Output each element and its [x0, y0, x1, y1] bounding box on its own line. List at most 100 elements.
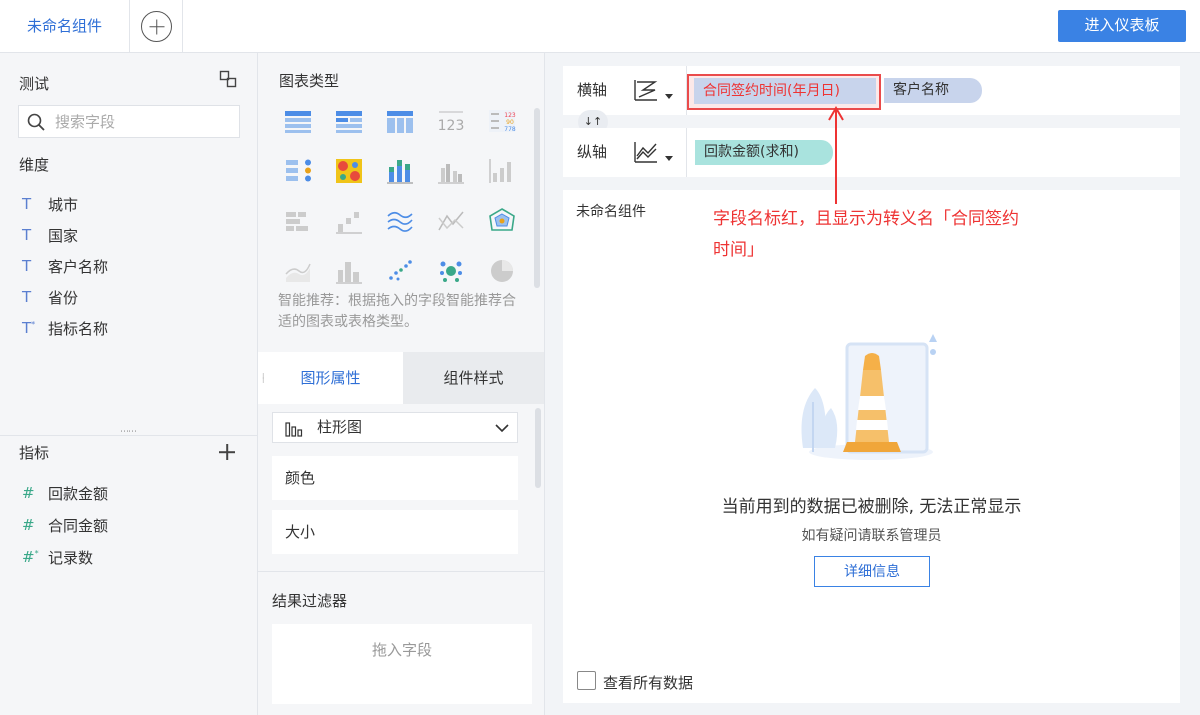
chart-style-select[interactable]: 柱形图	[272, 412, 518, 443]
tab-unnamed-widget[interactable]: 未命名组件	[0, 0, 130, 53]
property-scrollbar[interactable]	[535, 408, 541, 488]
caret-down-icon[interactable]	[665, 156, 673, 161]
text-type-calc-icon: T*	[22, 319, 36, 337]
field-label: 国家	[48, 226, 79, 245]
dimension-field[interactable]: T 客户名称	[22, 254, 108, 278]
y-axis-row: 纵轴	[563, 128, 1180, 177]
switch-dataset-icon[interactable]	[219, 70, 237, 88]
column-compare-icon[interactable]	[335, 258, 363, 284]
tab-widget-style[interactable]: 组件样式	[403, 352, 544, 404]
stacked-bar-icon[interactable]	[386, 158, 414, 184]
cross-table-icon[interactable]	[386, 108, 414, 134]
add-metric-icon[interactable]	[218, 443, 236, 461]
detail-info-button[interactable]: 详细信息	[814, 556, 930, 587]
kpi-table-icon[interactable]: 12390778	[488, 108, 516, 134]
search-input[interactable]	[55, 106, 235, 137]
text-type-icon: T	[22, 257, 32, 275]
field-label: 记录数	[48, 548, 94, 567]
dimension-title: 维度	[19, 156, 50, 174]
top-bar: 未命名组件 进入仪表板	[0, 0, 1200, 53]
svg-text:90: 90	[506, 119, 514, 126]
grouped-bar-icon[interactable]	[437, 158, 465, 184]
widget-canvas: 未命名组件 字段名标红，且显示为转义名「合同签约时间」 当前用到的数据已被删除,…	[563, 190, 1180, 703]
waterfall-icon[interactable]	[335, 208, 363, 234]
size-property[interactable]: 大小	[272, 510, 518, 554]
scatter-chart-icon[interactable]	[386, 258, 414, 284]
error-message: 当前用到的数据已被删除, 无法正常显示	[721, 497, 1022, 517]
section-divider	[258, 571, 544, 572]
search-icon	[27, 113, 45, 131]
radar-line-icon[interactable]	[437, 208, 465, 234]
metric-title: 指标	[19, 444, 50, 462]
group-table-icon[interactable]	[335, 108, 363, 134]
result-filter-title: 结果过滤器	[272, 592, 348, 610]
y-axis-label: 纵轴	[577, 143, 608, 161]
kpi-number-icon[interactable]: 123	[437, 108, 465, 134]
view-all-data-checkbox[interactable]	[577, 671, 596, 690]
drag-handle-icon[interactable]: ⁝ ⁝	[262, 373, 266, 385]
x-axis-label: 横轴	[577, 81, 608, 99]
field-label: 指标名称	[48, 319, 109, 338]
x-field-pill-customer[interactable]: 客户名称	[884, 78, 982, 103]
x-field-pill-contract-date[interactable]: 合同签约时间(年月日)	[694, 78, 876, 104]
smart-recommend-hint: 智能推荐：根据拖入的字段智能推荐合适的图表或表格类型。	[278, 293, 516, 330]
empty-state-illustration	[801, 334, 937, 460]
dataset-title: 测试	[19, 75, 50, 93]
field-label: 城市	[48, 195, 79, 214]
field-label: 省份	[48, 288, 79, 307]
detail-list-icon[interactable]	[284, 158, 312, 184]
text-type-icon: T	[22, 288, 32, 306]
color-property[interactable]: 颜色	[272, 456, 518, 500]
enter-dashboard-button[interactable]: 进入仪表板	[1058, 10, 1186, 42]
number-type-icon: #	[22, 484, 35, 502]
chart-style-value: 柱形图	[317, 418, 363, 436]
graph-properties-area: 柱形图 颜色 大小	[258, 404, 544, 574]
field-label: 客户名称	[48, 257, 109, 276]
metric-field[interactable]: # 合同金额	[22, 513, 108, 537]
contact-admin-hint: 如有疑问请联系管理员	[801, 528, 942, 544]
x-axis-type-icon[interactable]	[633, 78, 659, 102]
metric-field[interactable]: #* 记录数	[22, 545, 93, 569]
line-chart-icon[interactable]	[386, 208, 414, 234]
dimension-field[interactable]: T 城市	[22, 192, 78, 216]
caret-down-icon[interactable]	[665, 94, 673, 99]
pie-chart-icon[interactable]	[488, 258, 516, 284]
text-type-icon: T	[22, 226, 32, 244]
radar-chart-icon[interactable]	[488, 208, 516, 234]
bar-chart-icon[interactable]	[488, 158, 516, 184]
chevron-down-icon	[495, 424, 509, 433]
number-type-icon: #	[22, 516, 35, 534]
field-panel: 测试 维度 T城市 T国家 T客户名称 T省份 T*指标名称 ⋯⋯ 指标 #回款…	[0, 53, 258, 715]
bar-chart-icon	[285, 422, 303, 437]
field-label: 回款金额	[48, 484, 109, 503]
view-all-data-label: 查看所有数据	[603, 674, 694, 692]
annotation-arrow-icon	[828, 106, 844, 204]
table-icon[interactable]	[284, 108, 312, 134]
number-type-calc-icon: #*	[22, 548, 39, 566]
dimension-field[interactable]: T* 指标名称	[22, 316, 108, 340]
chart-type-title: 图表类型	[279, 72, 340, 90]
svg-text:778: 778	[504, 126, 516, 133]
widget-title: 未命名组件	[576, 204, 646, 220]
add-tab-icon[interactable]	[141, 11, 172, 42]
tab-graph-properties[interactable]: 图形属性	[258, 352, 403, 404]
field-label: 合同金额	[48, 516, 109, 535]
panel-divider	[0, 435, 258, 436]
bubble-chart-icon[interactable]	[437, 258, 465, 284]
filter-drop-zone[interactable]: 拖入字段	[272, 624, 532, 704]
dimension-field[interactable]: T 省份	[22, 285, 78, 309]
dimension-field[interactable]: T 国家	[22, 223, 78, 247]
tab-divider	[182, 0, 183, 53]
metric-field[interactable]: # 回款金额	[22, 481, 108, 505]
property-tabs: 图形属性 组件样式	[258, 352, 544, 404]
annotation-text: 字段名标红，且显示为转义名「合同签约时间」	[713, 209, 1019, 260]
area-chart-icon[interactable]	[284, 258, 312, 284]
chart-type-scrollbar[interactable]	[534, 108, 540, 288]
svg-text:123: 123	[504, 112, 516, 119]
heatmap-icon[interactable]	[335, 158, 363, 184]
range-bar-icon[interactable]	[284, 208, 312, 234]
svg-text:123: 123	[438, 118, 465, 134]
axis-divider	[686, 128, 687, 177]
y-field-pill-amount[interactable]: 回款金额(求和)	[695, 140, 833, 165]
y-axis-type-icon[interactable]	[633, 140, 659, 164]
